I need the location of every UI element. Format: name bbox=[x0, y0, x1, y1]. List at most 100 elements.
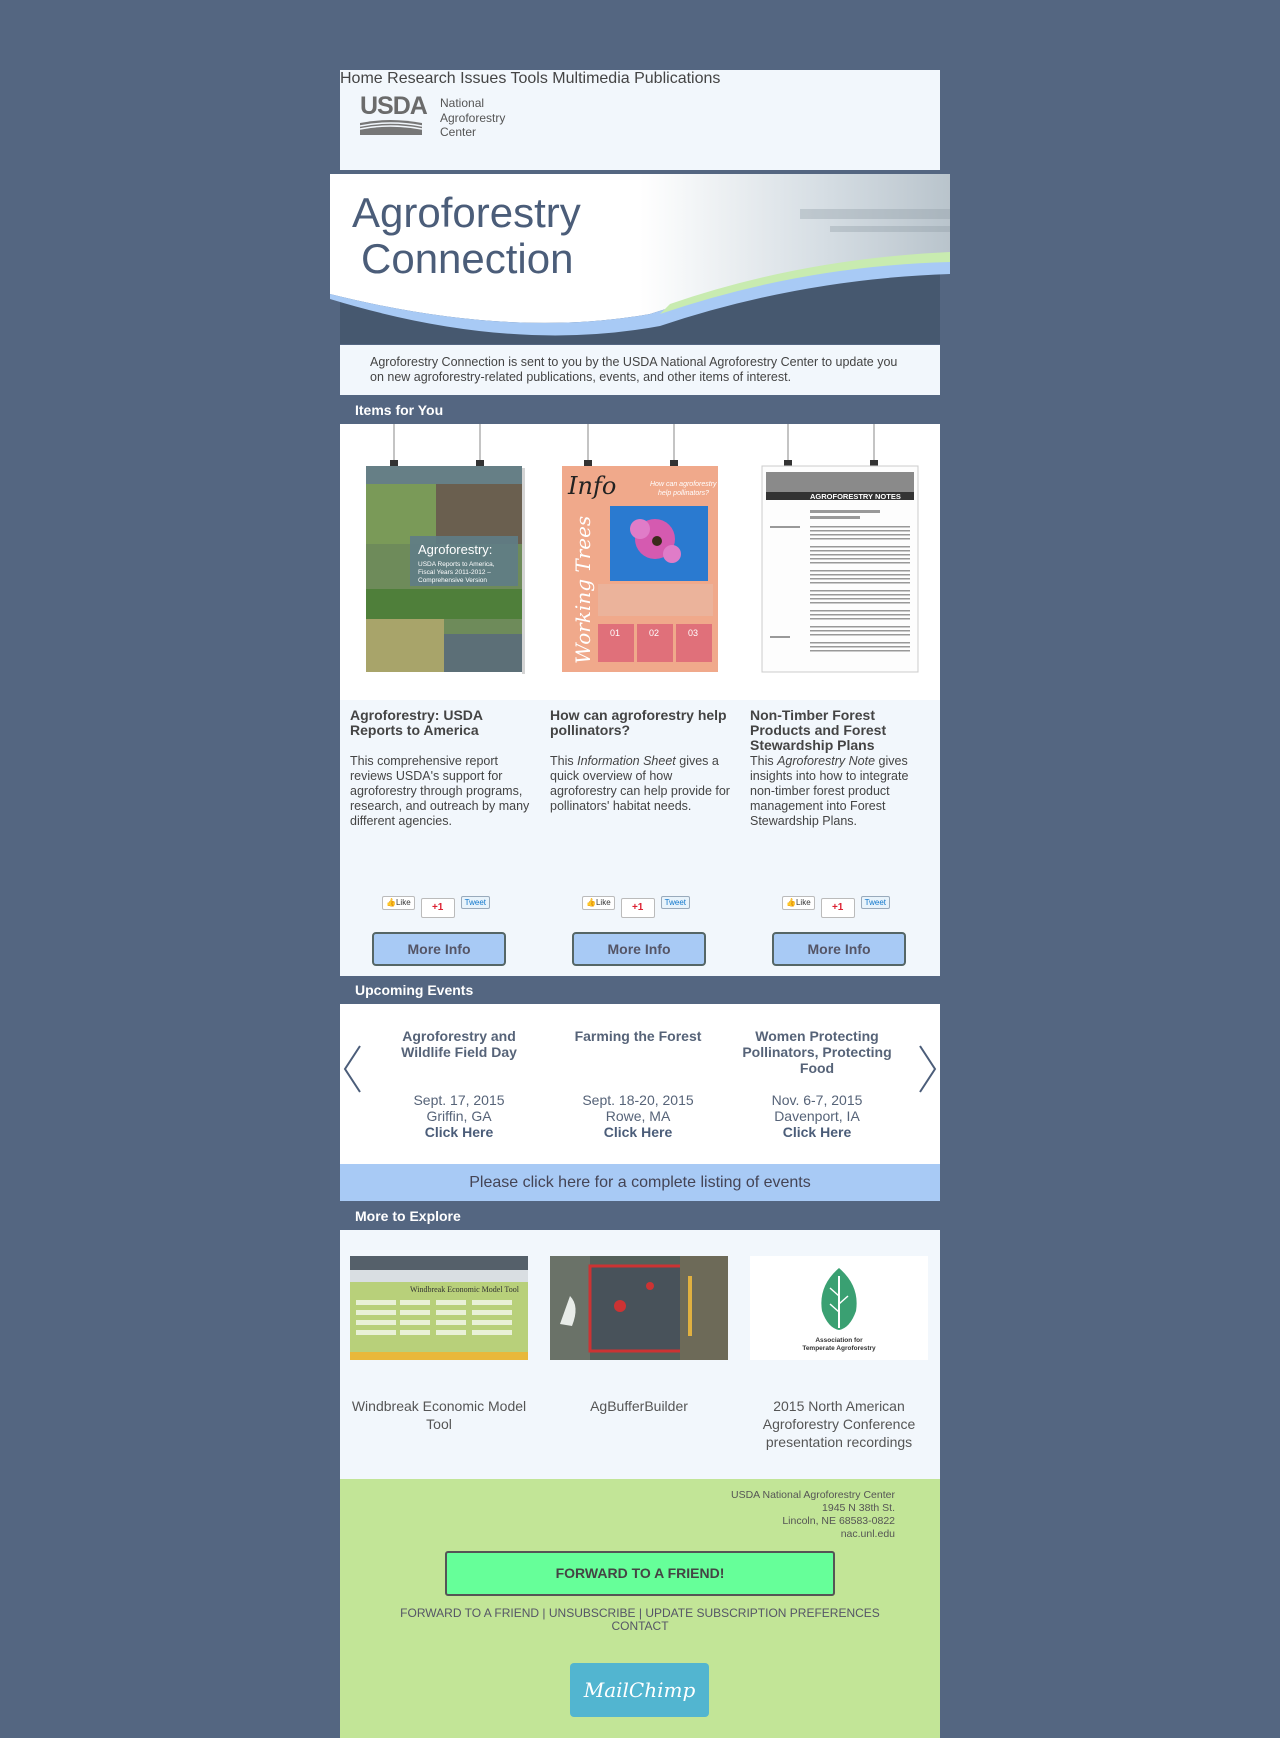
cover-info-text: Info bbox=[567, 472, 616, 500]
tweet-button[interactable]: Tweet bbox=[460, 896, 490, 909]
items-section: Agroforestry: USDA Reports to America, F… bbox=[340, 424, 940, 976]
svg-text:Working Trees: Working Trees bbox=[571, 516, 595, 664]
tweet-button[interactable]: Tweet bbox=[660, 896, 690, 909]
explore-section-heading: More to Explore bbox=[355, 1208, 461, 1224]
event-place: Rowe, MA bbox=[605, 1108, 671, 1124]
nav-publications[interactable]: Publications bbox=[634, 70, 720, 87]
aftaweb-logo-image[interactable]: Association for Temperate Agroforestry bbox=[750, 1256, 928, 1360]
svg-text:Windbreak Economic Model Tool: Windbreak Economic Model Tool bbox=[410, 1285, 520, 1294]
items-section-heading: Items for You bbox=[355, 402, 444, 418]
explore-caption[interactable]: AgBufferBuilder bbox=[550, 1397, 728, 1415]
forward-to-friend-button[interactable]: FORWARD TO A FRIEND! bbox=[445, 1551, 835, 1596]
windbreak-tool-screenshot[interactable]: Windbreak Economic Model Tool bbox=[350, 1256, 528, 1360]
info-sheet-cover-image[interactable]: Info How can agroforestry help pollinato… bbox=[540, 424, 740, 700]
header-logo-area: USDA National Agroforestry Center Home R… bbox=[340, 70, 940, 170]
explore-card: Windbreak Economic Model Tool Windbreak … bbox=[350, 1256, 528, 1433]
report-cover-image[interactable]: Agroforestry: USDA Reports to America, F… bbox=[340, 424, 540, 700]
desc-prefix: This bbox=[750, 754, 778, 768]
events-section-heading: Upcoming Events bbox=[355, 982, 474, 998]
explore-caption[interactable]: Windbreak Economic Model Tool bbox=[350, 1397, 528, 1433]
facebook-like-button[interactable]: 👍Like bbox=[782, 896, 815, 910]
svg-text:Association for: Association for bbox=[815, 1337, 863, 1344]
title-line-1: Agroforestry bbox=[352, 189, 581, 236]
event-title: Women Protecting Pollinators, Protecting… bbox=[742, 1028, 892, 1076]
footer-address: USDA National Agroforestry Center 1945 N… bbox=[731, 1489, 895, 1541]
event-place: Griffin, GA bbox=[426, 1108, 492, 1124]
google-plus-button[interactable]: +1 bbox=[820, 898, 855, 918]
facebook-like-button[interactable]: 👍Like bbox=[382, 896, 415, 910]
explore-caption[interactable]: 2015 North American Agroforestry Confere… bbox=[750, 1397, 928, 1451]
website-link[interactable]: nac.unl.edu bbox=[731, 1528, 895, 1541]
item-title[interactable]: How can agroforestry help pollinators? bbox=[550, 708, 730, 738]
org-name-line: National bbox=[440, 96, 485, 110]
desc-emphasis: Information Sheet bbox=[577, 754, 676, 768]
cover-note-title: AGROFORESTRY NOTES bbox=[810, 492, 901, 501]
nav-home[interactable]: Home bbox=[340, 70, 383, 87]
event-link[interactable]: Click Here bbox=[379, 1124, 539, 1140]
usda-logo[interactable]: USDA bbox=[360, 92, 428, 136]
events-carousel: Agroforestry and Wildlife Field Day Sept… bbox=[340, 1004, 940, 1164]
google-plus-button[interactable]: +1 bbox=[620, 898, 655, 918]
event-title: Agroforestry and Wildlife Field Day bbox=[401, 1028, 517, 1060]
svg-text:USDA Reports to America,: USDA Reports to America, bbox=[418, 561, 495, 568]
usda-swoosh-icon bbox=[360, 120, 422, 135]
footer: USDA National Agroforestry Center 1945 N… bbox=[340, 1479, 940, 1738]
agroforestry-note-cover-image[interactable]: AGROFORESTRY NOTES bbox=[740, 424, 940, 700]
more-info-button[interactable]: More Info bbox=[572, 932, 706, 966]
org-name-line: Center bbox=[440, 125, 477, 139]
svg-text:02: 02 bbox=[649, 628, 659, 638]
item-image-area: Info How can agroforestry help pollinato… bbox=[540, 424, 740, 700]
event-link[interactable]: Click Here bbox=[558, 1124, 718, 1140]
item-title[interactable]: Agroforestry: USDA Reports to America bbox=[350, 708, 530, 738]
event-place: Davenport, IA bbox=[774, 1108, 860, 1124]
title-line-2: Connection bbox=[361, 235, 574, 282]
event-date: Sept. 18-20, 2015 bbox=[582, 1092, 694, 1108]
more-info-button[interactable]: More Info bbox=[372, 932, 506, 966]
google-plus-button[interactable]: +1 bbox=[420, 898, 455, 918]
intro-text: Agroforestry Connection is sent to you b… bbox=[340, 345, 940, 395]
footer-links: FORWARD TO A FRIEND | UNSUBSCRIBE | UPDA… bbox=[340, 1607, 940, 1633]
item-title[interactable]: Non-Timber Forest Products and Forest St… bbox=[750, 708, 930, 753]
event-link[interactable]: Click Here bbox=[737, 1124, 897, 1140]
usda-logo-text: USDA bbox=[360, 92, 428, 120]
mailchimp-badge[interactable]: MailChimp bbox=[570, 1663, 709, 1717]
svg-text:Fiscal Years 2011-2012 –: Fiscal Years 2011-2012 – bbox=[418, 569, 491, 576]
social-buttons: 👍Like +1 Tweet bbox=[582, 896, 690, 918]
svg-text:03: 03 bbox=[688, 628, 698, 638]
agbufferbuilder-map-image[interactable] bbox=[550, 1256, 728, 1360]
event-title: Farming the Forest bbox=[574, 1028, 702, 1044]
item-description: This Information Sheet gives a quick ove… bbox=[550, 754, 735, 814]
nav-multimedia[interactable]: Multimedia bbox=[552, 70, 629, 87]
cover-title-text: Agroforestry: bbox=[418, 542, 492, 557]
event-date: Sept. 17, 2015 bbox=[413, 1092, 505, 1108]
tweet-button[interactable]: Tweet bbox=[860, 896, 890, 909]
facebook-like-button[interactable]: 👍Like bbox=[582, 896, 615, 910]
social-buttons: 👍Like +1 Tweet bbox=[782, 896, 890, 918]
desc-prefix: This bbox=[550, 754, 578, 768]
item-description: This comprehensive report reviews USDA's… bbox=[350, 754, 530, 828]
more-info-button[interactable]: More Info bbox=[772, 932, 906, 966]
all-events-link[interactable]: Please click here for a complete listing… bbox=[340, 1164, 940, 1201]
item-image-area: AGROFORESTRY NOTES bbox=[740, 424, 940, 700]
chevron-right-icon[interactable] bbox=[918, 1044, 938, 1094]
event-card: Farming the Forest Sept. 18-20, 2015 Row… bbox=[558, 1028, 718, 1140]
contact-link[interactable]: CONTACT bbox=[340, 1620, 940, 1633]
explore-card: Association for Temperate Agroforestry 2… bbox=[750, 1256, 928, 1451]
chevron-left-icon[interactable] bbox=[342, 1044, 362, 1094]
svg-text:Temperate Agroforestry: Temperate Agroforestry bbox=[802, 1345, 876, 1352]
item-image-area: Agroforestry: USDA Reports to America, F… bbox=[340, 424, 540, 700]
hero-banner: Agroforestry Connection bbox=[330, 174, 950, 344]
item-description: This Agroforestry Note gives insights in… bbox=[750, 754, 935, 829]
nav-research[interactable]: Research bbox=[387, 70, 455, 87]
address-line: 1945 N 38th St. bbox=[822, 1502, 895, 1514]
explore-section: Windbreak Economic Model Tool Windbreak … bbox=[340, 1230, 940, 1479]
address-line: USDA National Agroforestry Center bbox=[731, 1489, 895, 1501]
nav-issues[interactable]: Issues bbox=[460, 70, 506, 87]
svg-text:01: 01 bbox=[610, 628, 620, 638]
social-buttons: 👍Like +1 Tweet bbox=[382, 896, 490, 918]
event-date: Nov. 6-7, 2015 bbox=[771, 1092, 863, 1108]
newsletter-title: Agroforestry Connection bbox=[352, 190, 581, 282]
nav-tools[interactable]: Tools bbox=[510, 70, 547, 87]
event-card: Agroforestry and Wildlife Field Day Sept… bbox=[379, 1028, 539, 1140]
svg-text:help pollinators?: help pollinators? bbox=[658, 490, 709, 497]
